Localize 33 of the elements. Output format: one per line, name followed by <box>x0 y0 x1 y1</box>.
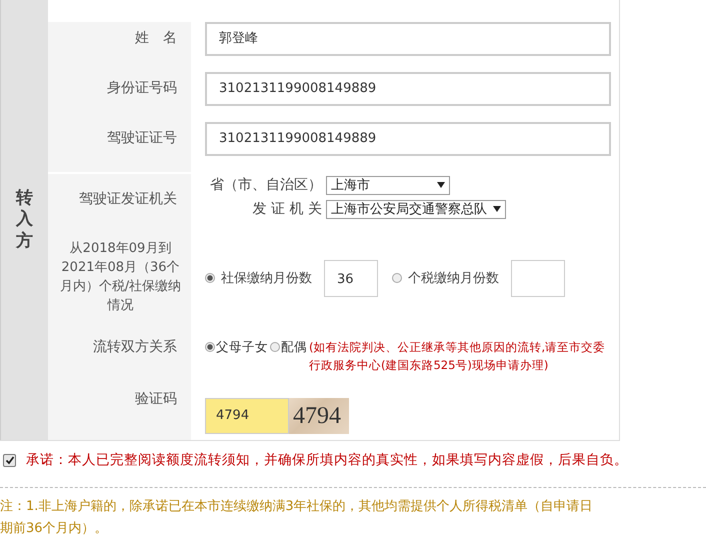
radio-button[interactable] <box>205 342 215 352</box>
input-field[interactable]: 郭登峰 <box>205 22 611 56</box>
field-label: 驾驶证证号 <box>107 129 177 147</box>
input-field[interactable]: 3102131199008149889 <box>205 72 611 106</box>
pledge-text: 承诺：本人已完整阅读额度流转须知，并确保所填内容的真实性，如果填写内容虚假，后果自负。 <box>26 451 628 469</box>
field-label: 验证码 <box>135 390 177 408</box>
caret-icon <box>437 182 445 188</box>
dropdown[interactable]: 上海市 <box>326 176 450 194</box>
option-label: 社保缴纳月份数 <box>221 270 312 287</box>
option-label: 个税缴纳月份数 <box>408 270 499 287</box>
input-field[interactable]: 36 <box>324 260 378 296</box>
select-label: 发 证 机 关 <box>252 200 323 218</box>
radio-button[interactable] <box>270 342 280 352</box>
input-field[interactable]: 3102131199008149889 <box>205 122 611 156</box>
radio-button[interactable] <box>392 273 402 283</box>
field-label: 身份证号码 <box>107 79 177 97</box>
note-text: 注：1.非上海户籍的，除承诺已在本市连续缴纳满3年社保的，其他均需提供个人所得税清单（自申请日期前36个月内）。 <box>0 498 594 536</box>
dropdown[interactable]: 上海市公安局交通警察总队 <box>326 200 506 218</box>
field-label: 从2018年09月到2021年08月（36个月内）个税/社保缴纳情况 <box>58 240 182 315</box>
caret-icon <box>493 206 501 212</box>
captcha-field[interactable]: 4794 <box>205 398 289 434</box>
option-label: 父母子女 <box>216 338 268 356</box>
option-label: 配偶 <box>281 338 307 356</box>
checkbox[interactable] <box>3 454 16 466</box>
field-label: 驾驶证发证机关 <box>79 190 177 208</box>
field-label: 姓 名 <box>135 29 177 47</box>
input-field[interactable] <box>511 260 565 296</box>
radio-button[interactable] <box>205 273 215 283</box>
field-label: 流转双方关系 <box>93 338 177 356</box>
section-label: 转入方 <box>16 188 33 252</box>
relation-note: (如有法院判决、公正继承等其他原因的流转,请至市交委行政服务中心(建国东路525号)现场申请办理) <box>309 339 606 374</box>
captcha-image[interactable]: 4794 <box>289 398 349 434</box>
select-label: 省（市、自治区） <box>209 176 323 194</box>
